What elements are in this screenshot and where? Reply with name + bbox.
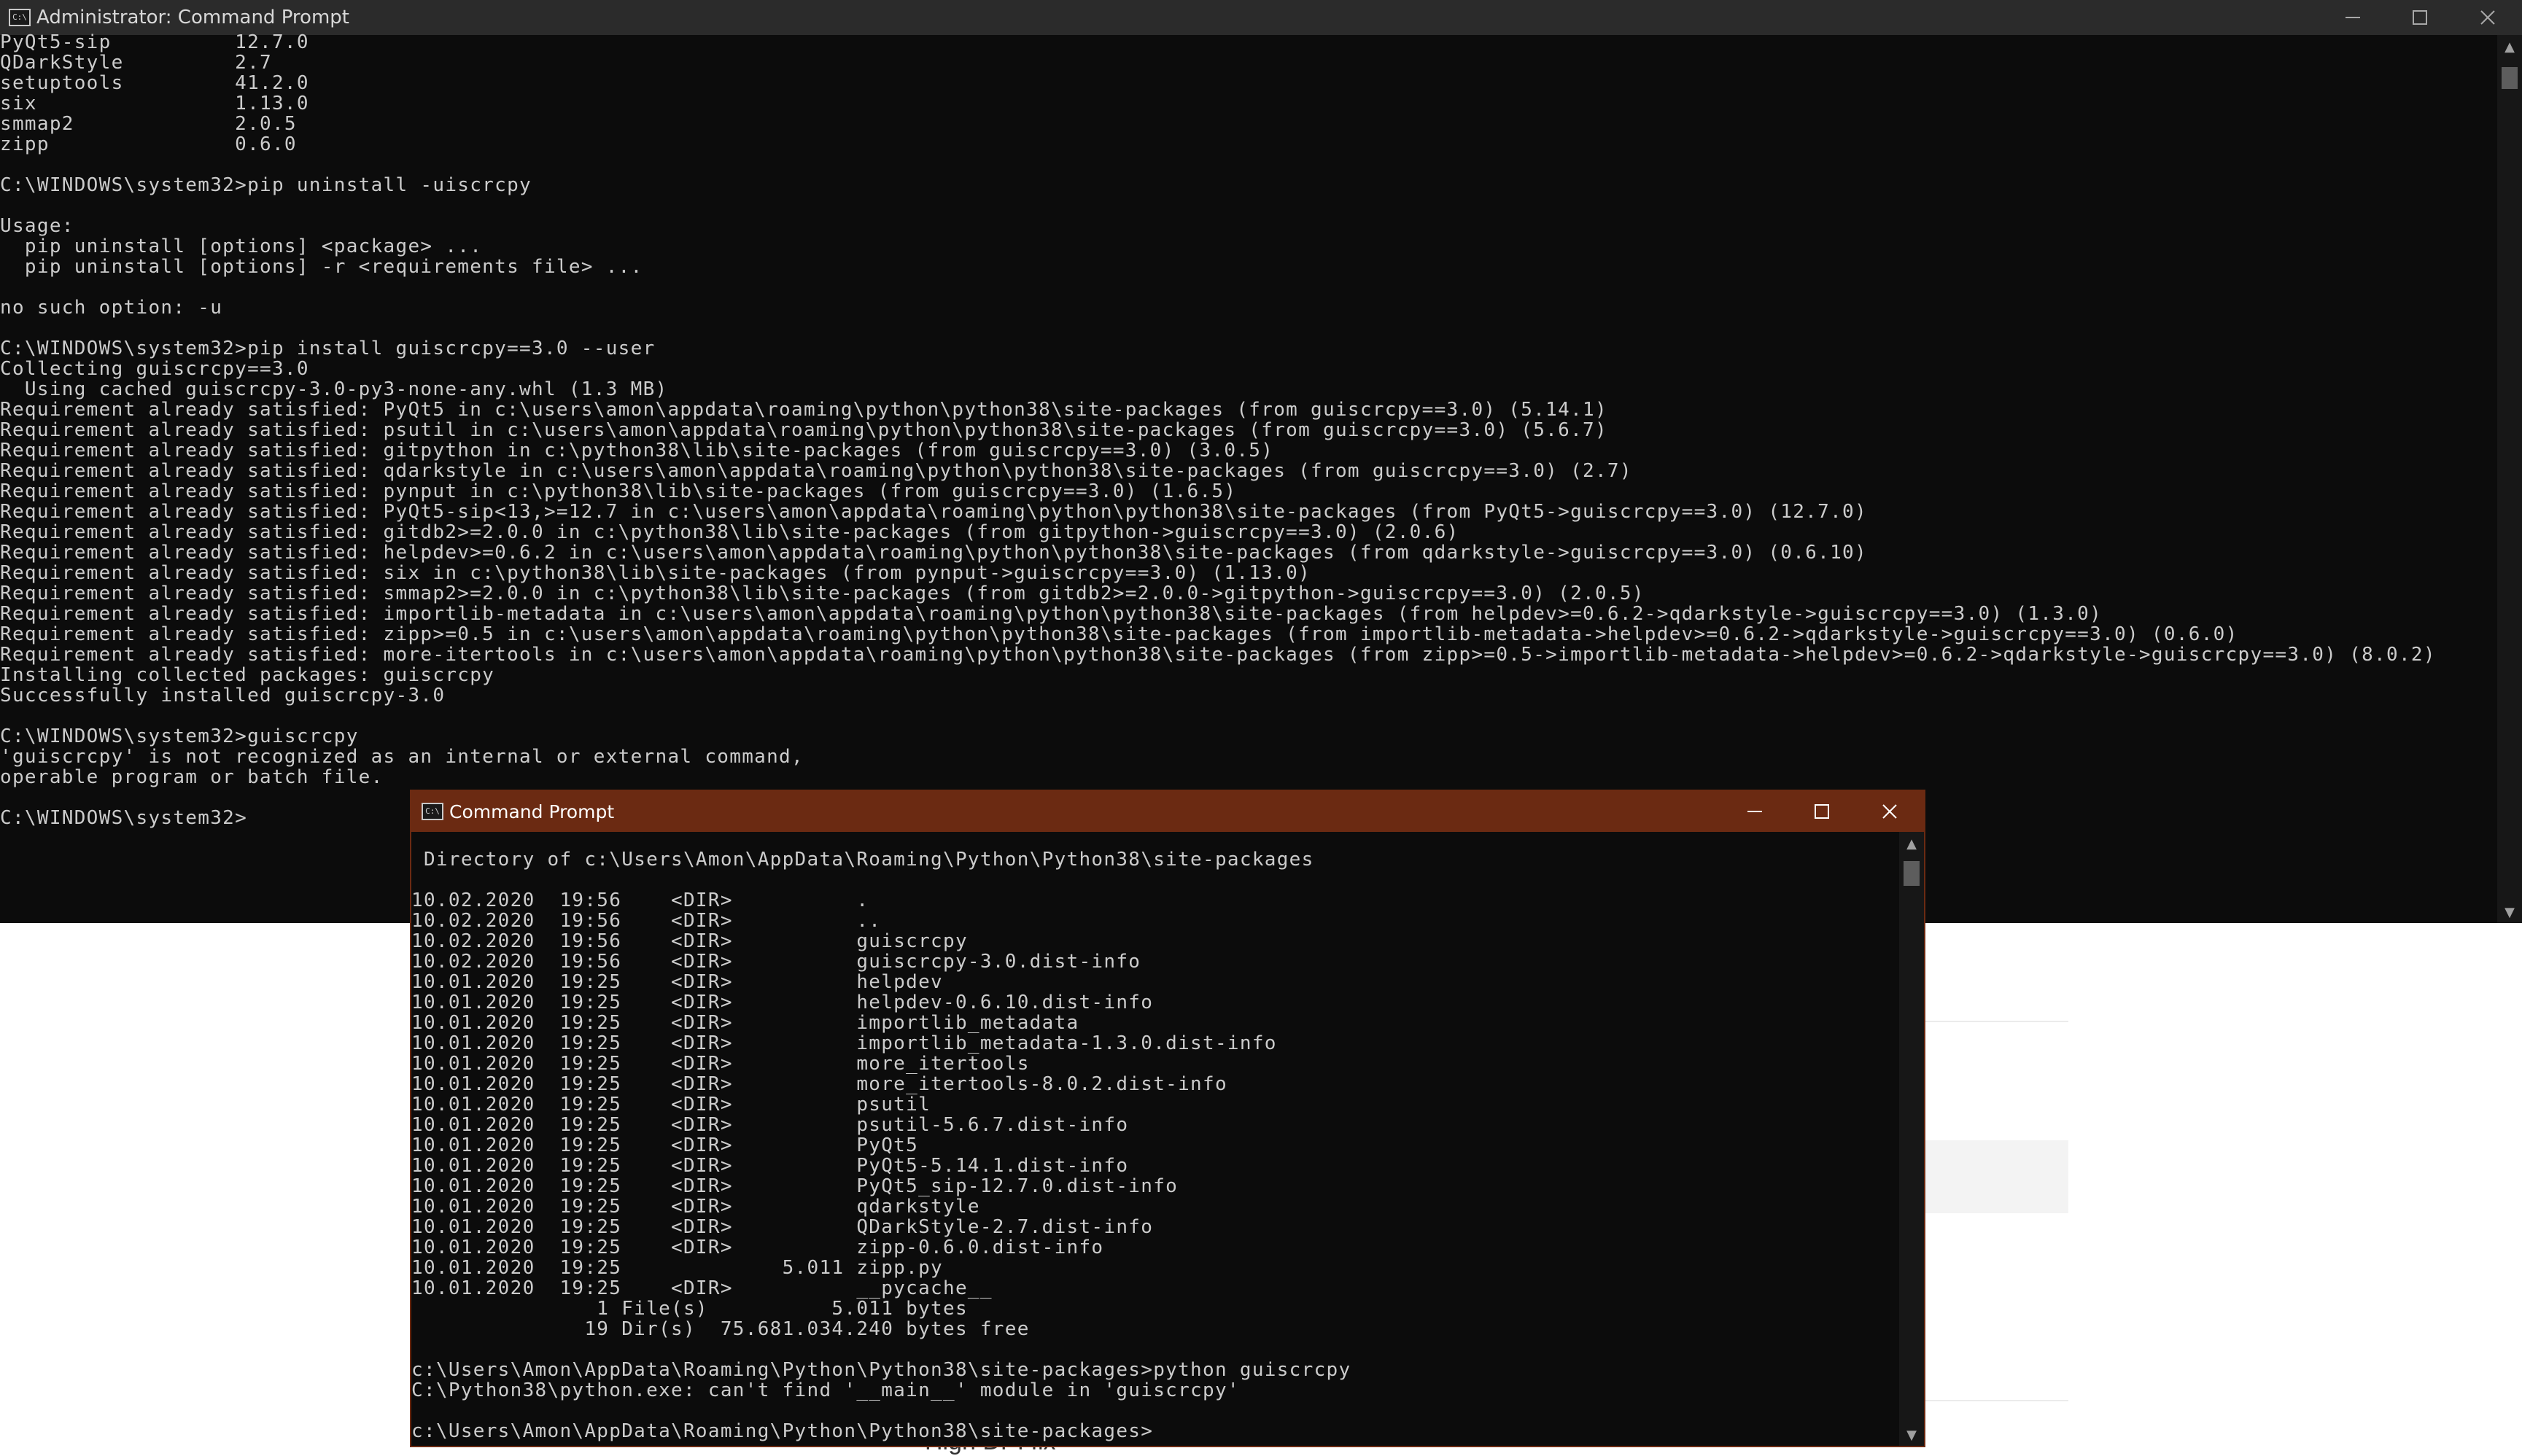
console-line: 1 File(s) 5.011 bytes [411, 1298, 968, 1320]
console-line: 10.01.2020 19:25 <DIR> PyQt5-5.14.1.dist… [411, 1155, 1129, 1177]
console-line: pip uninstall [options] -r <requirements… [0, 256, 643, 278]
command-prompt-titlebar[interactable]: C:\ Command Prompt [411, 791, 1924, 832]
console-line: 10.01.2020 19:25 <DIR> helpdev-0.6.10.di… [411, 992, 1154, 1013]
console-line: 10.02.2020 19:56 <DIR> .. [411, 910, 882, 932]
console-line: Requirement already satisfied: qdarkstyl… [0, 460, 1632, 482]
console-line: 10.01.2020 19:25 <DIR> psutil-5.6.7.dist… [411, 1114, 1129, 1136]
console-line: 10.01.2020 19:25 <DIR> more_itertools-8.… [411, 1073, 1227, 1095]
close-button[interactable] [1855, 791, 1924, 832]
minimize-icon [2346, 17, 2360, 18]
command-prompt-scrollbar[interactable]: ▲ ▼ [1899, 832, 1924, 1446]
console-line: 'guiscrcpy' is not recognized as an inte… [0, 746, 804, 768]
console-line: Requirement already satisfied: gitdb2>=2… [0, 521, 1459, 543]
minimize-icon [1747, 811, 1762, 812]
console-line: C:\WINDOWS\system32>guiscrcpy [0, 725, 359, 747]
background-highlight-block [1925, 1140, 2068, 1213]
admin-window-titlebar[interactable]: C:\ Administrator: Command Prompt [0, 0, 2522, 35]
console-line: Requirement already satisfied: pynput in… [0, 480, 1237, 502]
maximize-button[interactable] [2386, 0, 2453, 35]
console-line: C:\WINDOWS\system32>pip install guiscrcp… [0, 338, 656, 359]
console-line: Installing collected packages: guiscrcpy [0, 664, 495, 686]
console-line: 10.02.2020 19:56 <DIR> guiscrcpy [411, 930, 968, 952]
command-prompt-icon: C:\ [422, 803, 443, 820]
console-line: Directory of c:\Users\Amon\AppData\Roami… [411, 849, 1314, 871]
console-line: C:\WINDOWS\system32>pip uninstall -uiscr… [0, 174, 532, 196]
console-line: setuptools 41.2.0 [0, 72, 309, 94]
background-divider [1925, 1021, 2068, 1022]
maximize-button[interactable] [1788, 791, 1855, 832]
command-prompt-scrollbar-thumb[interactable] [1904, 861, 1920, 886]
background-divider [1925, 1400, 2068, 1401]
console-line: Successfully installed guiscrcpy-3.0 [0, 685, 446, 706]
console-line: Requirement already satisfied: PyQt5-sip… [0, 501, 1867, 523]
console-line: 10.01.2020 19:25 <DIR> qdarkstyle [411, 1196, 980, 1218]
close-icon [2480, 10, 2495, 25]
console-line: zipp 0.6.0 [0, 133, 297, 155]
console-line: Collecting guiscrcpy==3.0 [0, 358, 309, 380]
maximize-icon [2413, 10, 2427, 25]
console-line: 10.01.2020 19:25 <DIR> importlib_metadat… [411, 1032, 1277, 1054]
console-line: 19 Dir(s) 75.681.034.240 bytes free [411, 1318, 1030, 1340]
console-line: Requirement already satisfied: zipp>=0.5… [0, 623, 2238, 645]
console-line: 10.01.2020 19:25 <DIR> psutil [411, 1094, 931, 1116]
console-line: Requirement already satisfied: six in c:… [0, 562, 1311, 584]
console-line: 10.01.2020 19:25 <DIR> importlib_metadat… [411, 1012, 1079, 1034]
console-line: Requirement already satisfied: smmap2>=2… [0, 583, 1645, 604]
console-line: Requirement already satisfied: psutil in… [0, 419, 1607, 441]
command-prompt-output[interactable]: Directory of c:\Users\Amon\AppData\Roami… [411, 849, 1895, 1446]
console-line: C:\Python38\python.exe: can't find '__ma… [411, 1379, 1240, 1401]
console-line: Requirement already satisfied: helpdev>=… [0, 542, 1867, 564]
console-line: 10.01.2020 19:25 <DIR> more_itertools [411, 1053, 1030, 1075]
admin-command-prompt-window[interactable]: C:\ Administrator: Command Prompt PyQt5-… [0, 0, 2522, 923]
console-line: 10.02.2020 19:56 <DIR> . [411, 889, 869, 911]
console-line: c:\Users\Amon\AppData\Roaming\Python\Pyt… [411, 1420, 1154, 1442]
console-line: no such option: -u [0, 297, 223, 319]
scroll-up-arrow-icon[interactable]: ▲ [1899, 836, 1924, 852]
console-line: Using cached guiscrcpy-3.0-py3-none-any.… [0, 378, 668, 400]
minimize-button[interactable] [2319, 0, 2386, 35]
console-line: QDarkStyle 2.7 [0, 52, 272, 74]
close-button[interactable] [2453, 0, 2522, 35]
console-line: smmap2 2.0.5 [0, 113, 297, 135]
command-prompt-icon: C:\ [9, 9, 31, 26]
console-line: six 1.13.0 [0, 93, 309, 114]
command-prompt-window[interactable]: C:\ Command Prompt Directory of c:\Users… [410, 790, 1925, 1447]
command-prompt-title: Command Prompt [449, 801, 615, 822]
scroll-down-arrow-icon[interactable]: ▼ [1899, 1428, 1924, 1443]
console-line: Requirement already satisfied: gitpython… [0, 440, 1274, 462]
console-line: pip uninstall [options] <package> ... [0, 235, 483, 257]
admin-scrollbar-thumb[interactable] [2502, 67, 2518, 89]
admin-console-scrollbar[interactable]: ▲ ▼ [2497, 35, 2522, 923]
admin-window-title: Administrator: Command Prompt [36, 7, 349, 28]
console-line: 10.01.2020 19:25 <DIR> QDarkStyle-2.7.di… [411, 1216, 1154, 1238]
console-line: PyQt5-sip 12.7.0 [0, 32, 309, 53]
console-line: 10.01.2020 19:25 <DIR> PyQt5 [411, 1134, 919, 1156]
minimize-button[interactable] [1721, 791, 1788, 832]
maximize-icon [1815, 804, 1829, 819]
console-line: c:\Users\Amon\AppData\Roaming\Python\Pyt… [411, 1359, 1351, 1381]
console-line: operable program or batch file. [0, 766, 384, 788]
console-line: Usage: [0, 215, 74, 237]
console-line: Requirement already satisfied: PyQt5 in … [0, 399, 1607, 421]
console-line: Requirement already satisfied: more-iter… [0, 644, 2436, 666]
scroll-down-arrow-icon[interactable]: ▼ [2497, 905, 2522, 920]
console-line: 10.01.2020 19:25 <DIR> zipp-0.6.0.dist-i… [411, 1237, 1104, 1258]
close-icon [1882, 804, 1897, 819]
console-line: Requirement already satisfied: importlib… [0, 603, 2103, 625]
console-line: 10.01.2020 19:25 <DIR> PyQt5_sip-12.7.0.… [411, 1175, 1179, 1197]
console-line: 10.01.2020 19:25 <DIR> __pycache__ [411, 1277, 993, 1299]
scroll-up-arrow-icon[interactable]: ▲ [2497, 39, 2522, 55]
console-line: 10.01.2020 19:25 <DIR> helpdev [411, 971, 943, 993]
console-line: 10.02.2020 19:56 <DIR> guiscrcpy-3.0.dis… [411, 951, 1141, 973]
console-line: 10.01.2020 19:25 5.011 zipp.py [411, 1257, 943, 1279]
